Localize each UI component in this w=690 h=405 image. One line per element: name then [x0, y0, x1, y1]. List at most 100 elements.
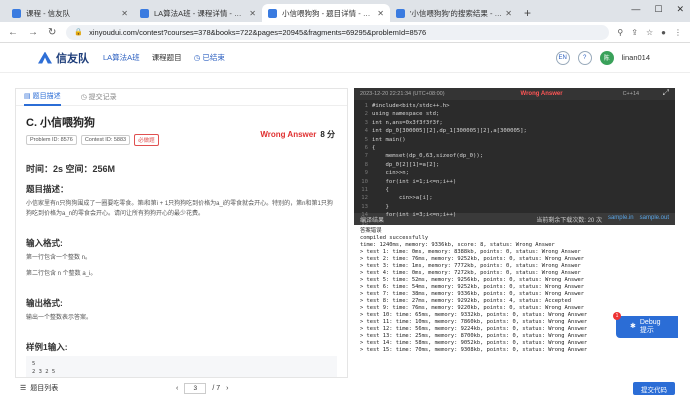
header-right: EN ? 陈 linan014 [555, 50, 650, 65]
close-icon[interactable]: ✕ [505, 9, 512, 18]
problem-panel: ▤ 题目描述 ◷ 提交记录 C. 小信喂狗狗 Problem ID: 8576 … [15, 88, 348, 378]
input-heading: 输入格式: [26, 238, 63, 248]
line-number: 13 [361, 203, 368, 210]
editor-verdict: Wrong Answer [520, 91, 563, 97]
new-tab-icon[interactable]: + [524, 6, 531, 20]
line-number: 12 [361, 195, 368, 202]
verdict: Wrong Answer 8 分 [260, 130, 335, 139]
debug-hint-button[interactable]: 1 ✱ Debug 提示 [613, 312, 678, 338]
nav-ended[interactable]: ◷ 已结束 [194, 52, 225, 63]
contest-id-badge: Contest ID: 5883 [80, 135, 131, 145]
forward-icon[interactable]: → [28, 27, 38, 38]
input-line2: 第二行包含 n 个整数 a_i。 [26, 271, 97, 277]
minimize-icon[interactable]: — [631, 4, 640, 15]
problem-title: C. 小信喂狗狗 [26, 117, 96, 129]
desc-heading: 题目描述： [26, 184, 69, 194]
favicon-icon [268, 8, 277, 18]
code-text: #include<bits/stdc++.h> using namespace … [372, 103, 527, 219]
judge-output: 答案错误 compiled successfully time: 1240ms,… [354, 225, 675, 378]
problem-tabs: ▤ 题目描述 ◷ 提交记录 [16, 89, 347, 106]
close-icon[interactable]: ✕ [249, 9, 256, 18]
site-header: 信友队 LA算法A班 课程题目 ◷ 已结束 EN ? 陈 linan014 [0, 43, 690, 73]
desc-text: 小信家里有n只狗狗围成了一圈要吃零食。第i和第i + 1只狗狗吃到价格为a_i的… [26, 201, 333, 217]
prev-page-icon[interactable]: ‹ [176, 385, 178, 392]
history-icon: ◷ [80, 94, 87, 101]
close-icon[interactable]: ✕ [377, 9, 384, 18]
reload-icon[interactable]: ↻ [48, 27, 56, 38]
clock-icon: ◷ [193, 53, 201, 62]
tab-submissions[interactable]: ◷ 提交记录 [81, 92, 117, 102]
star-icon[interactable]: ☆ [646, 28, 653, 37]
submit-code-button[interactable]: 提交代码 [633, 382, 675, 395]
input-line1: 第一行包含一个整数 n。 [26, 255, 92, 261]
page-input[interactable]: 3 [184, 383, 207, 394]
address-bar: ← → ↻ 🔒 xinyoudui.com/contest?courses=378… [0, 22, 690, 43]
window-controls: — ☐ ✕ [631, 4, 684, 15]
debug-icon: ✱ [630, 323, 636, 330]
expand-icon[interactable]: ⤢ [663, 88, 669, 98]
language-select[interactable]: C++14 [623, 91, 640, 97]
url-field[interactable]: 🔒 xinyoudui.com/contest?courses=378&books… [66, 24, 610, 40]
close-icon[interactable]: ✕ [121, 9, 128, 18]
sample-out-link[interactable]: sample.out [640, 215, 669, 224]
back-icon[interactable]: ← [8, 27, 18, 38]
main-area: ▤ 题目描述 ◷ 提交记录 C. 小信喂狗狗 Problem ID: 8576 … [15, 88, 675, 378]
doc-icon: ▤ [24, 93, 31, 100]
line-number: 1 [364, 103, 368, 109]
share-icon[interactable]: ⇪ [631, 28, 638, 37]
line-number: 11 [361, 187, 368, 194]
close-window-icon[interactable]: ✕ [676, 4, 684, 15]
judge-links: 当前剩余下载次数: 20 次 sample.in sample.out [536, 214, 669, 224]
line-number: 10 [361, 178, 368, 185]
menu-icon[interactable]: ⋮ [674, 28, 682, 37]
line-number: 8 [364, 161, 368, 168]
course-link[interactable]: LA算法A班 [103, 52, 140, 63]
lock-icon: 🔒 [74, 29, 84, 36]
line-number: 5 [364, 136, 368, 143]
browser-tab[interactable]: LA算法A班 - 课程详情 - 信友队 ✕ [134, 4, 262, 22]
line-number: 6 [364, 145, 368, 152]
line-number: 2 [364, 111, 368, 118]
search-icon[interactable]: ⚲ [617, 28, 623, 37]
profile-icon[interactable]: ● [661, 28, 666, 37]
language-toggle[interactable]: EN [555, 50, 570, 65]
logo[interactable]: 信友队 [38, 50, 89, 66]
browser-tab[interactable]: 课程 - 信友队 ✕ [6, 4, 134, 22]
sample-input: 5 2 3 2 5 [26, 356, 337, 377]
limits: 时间：2s 空间：256M [26, 164, 116, 174]
sample-in-link[interactable]: sample.in [608, 215, 634, 224]
line-number: 3 [364, 119, 368, 126]
list-icon: ☰ [20, 385, 27, 392]
favicon-icon [140, 8, 149, 18]
code-editor[interactable]: 1 2 3 4 5 6 7 8 9 10 11 12 13 14 15 #include<bits/stdc… [354, 100, 675, 227]
logo-icon [38, 51, 52, 64]
sample-heading: 样例1输入: [26, 342, 68, 352]
output-text: 输出一个整数表示答案。 [26, 315, 93, 321]
tab-description[interactable]: ▤ 题目描述 [24, 89, 61, 106]
line-number: 9 [364, 170, 368, 177]
username[interactable]: linan014 [622, 53, 650, 62]
debug-count-badge: 1 [613, 312, 621, 320]
output-heading: 输出格式: [26, 298, 63, 308]
address-icons: ⚲ ⇪ ☆ ● ⋮ [617, 28, 682, 37]
favicon-icon [12, 8, 21, 18]
browser-tabbar: 课程 - 信友队 ✕ LA算法A班 - 课程详情 - 信友队 ✕ 小信喂狗狗 - 题… [0, 0, 690, 22]
required-badge: 必做题 [134, 134, 159, 146]
nav-problems[interactable]: 课程题目 [152, 52, 182, 63]
line-number: 7 [364, 153, 368, 160]
browser-tab-active[interactable]: 小信喂狗狗 - 题目详情 - 信友队 ✕ [262, 4, 390, 22]
next-page-icon[interactable]: › [226, 385, 228, 392]
avatar[interactable]: 陈 [599, 50, 614, 65]
editor-topbar: 2023-12-20 22:21:34 (UTC+08:00) Wrong An… [354, 88, 675, 100]
line-numbers: 1 2 3 4 5 6 7 8 9 10 11 12 13 14 15 [354, 100, 372, 227]
browser-tab[interactable]: '小信喂狗狗'的搜索结果 - 信友队✕ [390, 4, 518, 22]
pager: ‹ 3 / 7 › [176, 383, 229, 394]
favicon-icon [396, 8, 405, 18]
maximize-icon[interactable]: ☐ [654, 4, 662, 15]
help-icon[interactable]: ? [577, 50, 592, 65]
header-nav: LA算法A班 课程题目 ◷ 已结束 [103, 52, 225, 63]
problem-content: C. 小信喂狗狗 Problem ID: 8576 Contest ID: 58… [16, 106, 347, 377]
problem-list-button[interactable]: ☰ 题目列表 [20, 383, 58, 393]
problem-id-badge: Problem ID: 8576 [26, 135, 77, 145]
line-number: 4 [364, 128, 368, 135]
